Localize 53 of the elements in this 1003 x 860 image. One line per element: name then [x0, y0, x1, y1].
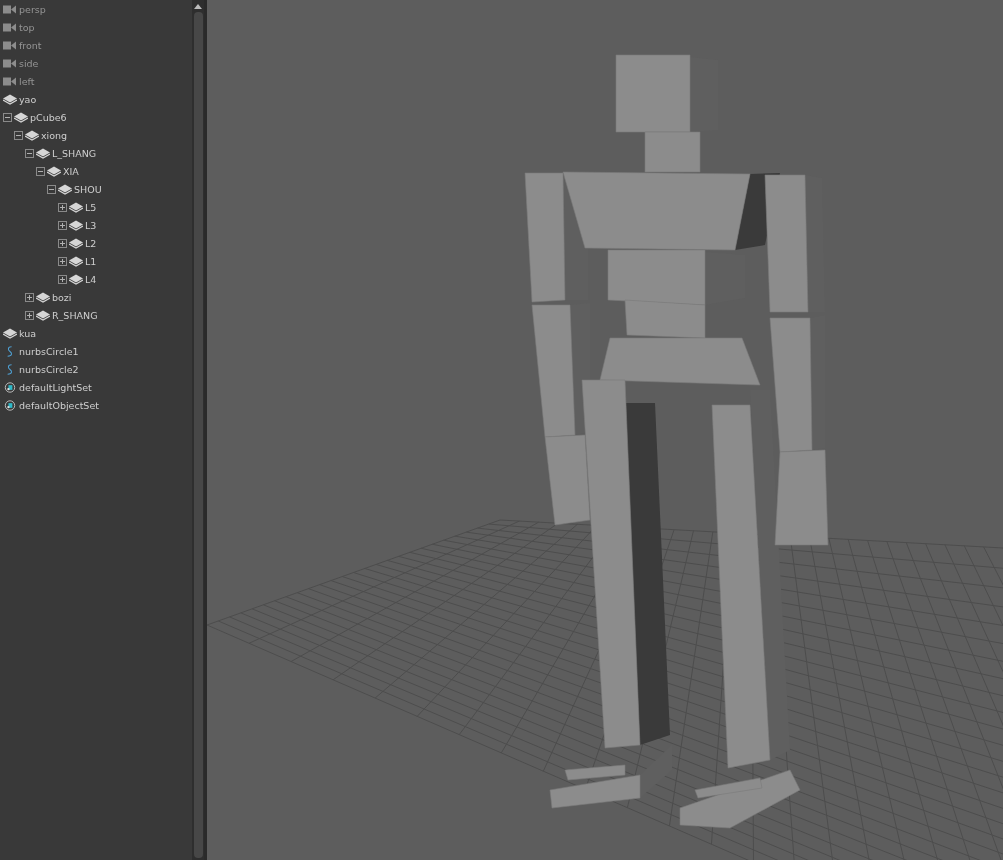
outliner-item[interactable]: nurbsCircle2	[19, 363, 79, 375]
mesh-icon	[69, 201, 83, 213]
outliner-item[interactable]: nurbsCircle1	[19, 345, 79, 357]
mesh-icon	[25, 129, 39, 141]
outliner-item[interactable]: xiong	[41, 129, 68, 141]
set-icon	[3, 399, 17, 411]
outliner-item[interactable]: left	[19, 75, 35, 87]
expand-toggle-icon[interactable]	[58, 274, 67, 284]
mesh-icon	[36, 309, 50, 321]
outliner-item[interactable]: yao	[19, 93, 37, 105]
outliner-item[interactable]: bozi	[52, 291, 72, 303]
mesh-icon	[69, 273, 83, 285]
expand-toggle-icon[interactable]	[25, 292, 34, 302]
mesh-icon	[3, 327, 17, 339]
expand-toggle-icon[interactable]	[58, 238, 67, 248]
outliner-item[interactable]: L1	[85, 255, 97, 267]
expand-toggle-icon[interactable]	[58, 220, 67, 230]
outliner-item[interactable]: defaultLightSet	[19, 381, 92, 393]
outliner-item[interactable]: defaultObjectSet	[19, 399, 99, 411]
outliner-item[interactable]: top	[19, 21, 35, 33]
outliner-item[interactable]: side	[19, 57, 39, 69]
expand-toggle-icon[interactable]	[36, 166, 45, 176]
set-icon	[3, 381, 17, 393]
outliner-item[interactable]: pCube6	[30, 111, 67, 123]
expand-toggle-icon[interactable]	[47, 184, 56, 194]
mesh-icon	[14, 111, 28, 123]
expand-toggle-icon[interactable]	[3, 112, 12, 122]
mesh-icon	[69, 255, 83, 267]
outliner-item[interactable]: SHOU	[74, 183, 102, 195]
mesh-icon	[58, 183, 72, 195]
robot-model-drawing[interactable]	[524, 54, 829, 829]
mesh-icon	[69, 237, 83, 249]
outliner-item[interactable]: R_SHANG	[52, 309, 98, 321]
mesh-icon	[3, 93, 17, 105]
expand-toggle-icon[interactable]	[58, 256, 67, 266]
expand-toggle-icon[interactable]	[25, 148, 34, 158]
mesh-icon	[36, 147, 50, 159]
outliner-item[interactable]: kua	[19, 327, 37, 339]
outliner-item[interactable]: front	[19, 39, 42, 51]
expand-toggle-icon[interactable]	[14, 130, 23, 140]
outliner-item[interactable]: persp	[19, 3, 46, 15]
outliner-item[interactable]: L5	[85, 201, 97, 213]
mesh-icon	[47, 165, 61, 177]
outliner-item[interactable]: L_SHANG	[52, 147, 97, 159]
mesh-icon	[36, 291, 50, 303]
expand-toggle-icon[interactable]	[25, 310, 34, 320]
expand-toggle-icon[interactable]	[58, 202, 67, 212]
scroll-up-icon[interactable]	[194, 4, 202, 9]
outliner-item[interactable]: XIA	[63, 165, 79, 177]
outliner-item[interactable]: L4	[85, 273, 97, 285]
mesh-icon	[69, 219, 83, 231]
outliner-item[interactable]: L3	[85, 219, 97, 231]
outliner-item[interactable]: L2	[85, 237, 97, 249]
